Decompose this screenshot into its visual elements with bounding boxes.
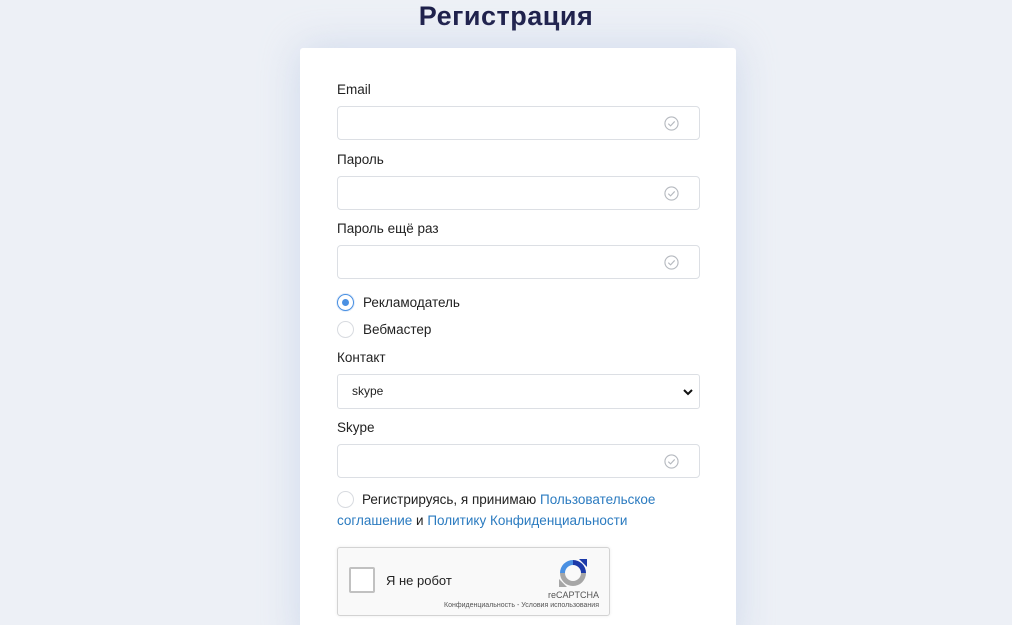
chevron-down-icon [683,389,693,396]
user-agreement-link-part2[interactable]: соглашение [337,513,412,528]
skype-field[interactable] [338,445,699,477]
recaptcha-logo-icon [559,559,587,587]
role-advertiser-label: Рекламодатель [363,294,460,310]
role-webmaster-label: Вебмастер [363,321,432,337]
agreement-text: Регистрируясь, я принимаю Пользовательск… [337,489,700,531]
check-circle-icon [664,116,679,131]
agreement-conjunction: и [416,513,424,528]
skype-label: Skype [337,420,375,435]
password-repeat-field-wrapper [337,245,700,279]
email-field-wrapper [337,106,700,140]
recaptcha-label: Я не робот [386,573,452,588]
page-title: Регистрация [418,1,594,31]
contact-select-value: skype [352,384,384,398]
email-label: Email [337,82,371,97]
user-agreement-link-part1[interactable]: Пользовательское [540,492,655,507]
password-repeat-label: Пароль ещё раз [337,221,439,236]
agreement-prefix: Регистрируясь, я принимаю [362,492,537,507]
recaptcha-privacy-link[interactable]: Конфиденциальность [444,602,515,609]
recaptcha-terms: Конфиденциальность - Условия использован… [444,602,599,609]
agreement-checkbox[interactable] [337,491,354,508]
email-field[interactable] [338,107,699,139]
recaptcha-checkbox[interactable] [349,567,375,593]
password-field-wrapper [337,176,700,210]
password-repeat-field[interactable] [338,246,699,278]
recaptcha-widget: Я не робот reCAPTCHA Конфиденциальность … [337,547,610,616]
privacy-policy-link[interactable]: Политику Конфиденциальности [427,513,627,528]
agreement-line-2: соглашение и Политику Конфиденциальности [337,510,700,531]
password-label: Пароль [337,152,384,167]
password-field[interactable] [338,177,699,209]
role-option-advertiser[interactable]: Рекламодатель [337,293,460,311]
recaptcha-brand: reCAPTCHA [547,590,599,600]
skype-field-wrapper [337,444,700,478]
registration-card: Email Пароль Пароль ещё раз Рекламодател… [300,48,736,625]
radio-advertiser[interactable] [337,293,354,311]
recaptcha-terms-link[interactable]: Условия использования [521,602,599,609]
check-circle-icon [664,255,679,270]
contact-select[interactable]: skype [337,374,700,409]
check-circle-icon [664,454,679,469]
role-option-webmaster[interactable]: Вебмастер [337,320,431,338]
radio-webmaster[interactable] [337,320,354,338]
check-circle-icon [664,186,679,201]
recaptcha-separator: - [517,602,520,609]
contact-label: Контакт [337,350,386,365]
agreement-row: Регистрируясь, я принимаю Пользовательск… [337,489,700,531]
registration-page: Регистрация Email Пароль Пароль ещё раз … [0,0,1012,625]
